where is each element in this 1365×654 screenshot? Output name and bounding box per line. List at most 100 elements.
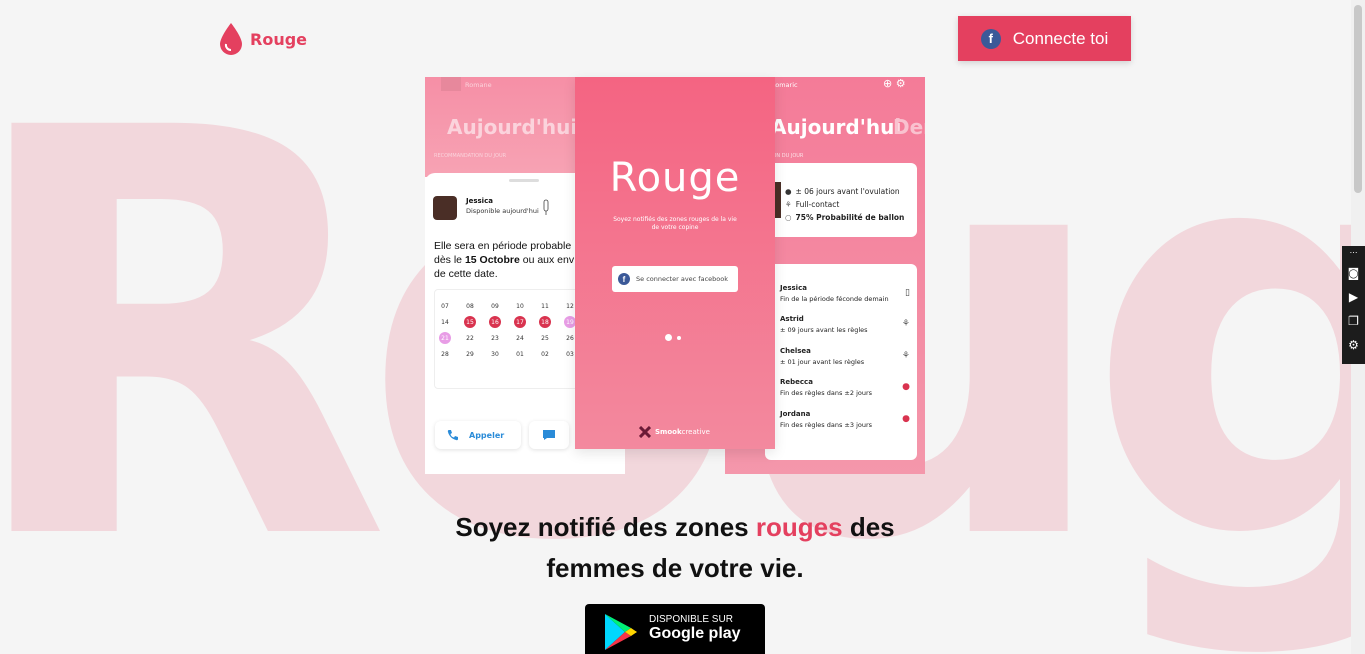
logo[interactable]: Rouge [218,22,307,56]
chat-icon [543,430,555,440]
smook-logo-icon [639,426,651,438]
phone-right-next-label: Dem [893,115,925,139]
calendar-day[interactable]: 01 [514,348,526,360]
calendar-day[interactable]: 30 [489,348,501,360]
drop-icon: ● [902,414,910,424]
carousel-dot[interactable] [677,335,681,340]
contact-name: Jessica [466,197,493,205]
call-button[interactable]: Appeler [435,421,521,449]
calendar-day[interactable]: 10 [514,300,526,312]
more-icon[interactable]: ⋯ [1350,248,1358,258]
gear-icon: ⚙ [895,77,906,90]
message-line-3: de cette date. [434,268,498,280]
calendar-day[interactable]: 18 [539,316,551,328]
contact-status: Disponible aujourd'hui [466,207,539,215]
phone-right-today-label: Aujourd'hui [771,115,902,139]
calendar-day[interactable]: 23 [489,332,501,344]
balloon-icon: ○ [785,213,792,222]
logo-text: Rouge [250,29,308,49]
avatar [441,77,461,91]
call-button-label: Appeler [469,430,505,440]
tampon-icon: ▯ [905,288,910,298]
headline: Soyez notifié des zones rouges des femme… [0,507,1350,589]
phone-mockup-middle: Rouge Soyez notifiés des zones rouges de… [575,77,775,449]
message-line-2a: dès le [434,254,463,266]
calendar-day[interactable]: 08 [464,300,476,312]
tampon-icon [543,199,549,215]
drop-logo-icon [220,23,242,55]
calendar-day[interactable]: 07 [439,300,451,312]
phone-mockups: Romane Aujourd'hui RECOMMANDATION DU JOU… [425,77,925,474]
calendar-day[interactable]: 15 [464,316,476,328]
drop-icon: ● [785,187,792,196]
add-icon: ⊕ [883,77,893,90]
headline-accent: rouges [755,512,843,542]
connect-button-label: Connecte toi [1012,28,1109,48]
side-toolbar: ⋯ ◙ ▶ ❐ ⚙ [1342,246,1365,364]
message-date: 15 Octobre [464,254,520,266]
calendar-day[interactable]: 02 [539,348,551,360]
list-item[interactable]: Jordana Fin des règles dans ±3 jours ● [780,410,910,429]
headline-part-1: Soyez notifié des zones [455,512,749,542]
camera-icon[interactable]: ◙ [1348,264,1360,282]
phone-right-header-icons: ⊕ ⚙ [883,77,906,90]
facebook-login-button[interactable]: f Se connecter avec facebook [612,266,738,292]
video-icon[interactable]: ▶ [1349,288,1358,306]
facebook-icon: f [980,28,1001,49]
calendar-day[interactable]: 21 [439,332,451,344]
carousel-dots [665,334,681,341]
phone-icon [447,430,458,441]
contacts-list-card: Jessica Fin de la période féconde demain ▯… [765,264,917,460]
facebook-icon: f [618,273,630,285]
header: Rouge f Connecte toi [0,0,1365,78]
figure-icon: ⚘ [901,351,910,361]
phone-left-user-name: Romane [465,81,492,89]
phone-left-today-label: Aujourd'hui [447,115,578,139]
card-line-probability: ○ 75% Probabilité de ballon [785,213,905,222]
calendar-day[interactable]: 22 [464,332,476,344]
store-top-text: DISPONIBLE SUR [649,614,733,625]
list-item[interactable]: Astrid ± 09 jours avant les règles ⚘ [780,315,910,334]
store-main-text: Google play [649,625,741,642]
scrollbar-thumb[interactable] [1354,5,1362,193]
calendar-day[interactable]: 11 [539,300,551,312]
facebook-login-label: Se connecter avec facebook [636,275,728,283]
app-subtitle: Soyez notifiés des zones rouges de la vi… [613,216,737,231]
headline-part-2: des [849,512,895,542]
today-recommendation-card: ● ± 06 jours avant l'ovulation ⚘ Full-cont… [765,163,917,237]
calendar-day[interactable]: 24 [514,332,526,344]
headline-line-2: femmes de votre vie. [546,553,804,583]
calendar-day[interactable]: 09 [489,300,501,312]
calendar-day[interactable]: 29 [464,348,476,360]
calendar-day[interactable]: 28 [439,348,451,360]
connect-facebook-button[interactable]: f Connecte toi [958,16,1131,61]
drop-icon: ● [902,382,910,392]
google-play-button[interactable]: DISPONIBLE SUR Google play [585,604,765,654]
list-item[interactable]: Jessica Fin de la période féconde demain ▯ [780,284,910,303]
list-item[interactable]: Rebecca Fin des règles dans ±2 jours ● [780,378,910,397]
credit-bold: Smook [655,428,682,436]
message-line-2b: ou aux env [522,254,575,266]
message-line-1: Elle sera en période probable [434,240,572,252]
credit-rest: creative [681,428,710,436]
calendar-day[interactable]: 17 [514,316,526,328]
phone-left-section-label: RECOMMANDATION DU JOUR [434,153,507,159]
calendar-day[interactable]: 16 [489,316,501,328]
figure-icon: ⚘ [785,200,792,209]
windows-icon[interactable]: ❐ [1348,312,1359,330]
credit: Smookcreative [639,426,710,438]
app-logo-text: Rouge [609,155,741,201]
calendar-day[interactable]: 25 [539,332,551,344]
carousel-dot-active[interactable] [665,334,672,341]
figure-icon: ⚘ [901,319,910,329]
gear-icon[interactable]: ⚙ [1348,336,1359,354]
store-text: DISPONIBLE SUR Google play [649,612,741,643]
list-item[interactable]: Chelsea ± 01 jour avant les règles ⚘ [780,347,910,366]
phone-right-section-label: ION DU JOUR [771,153,804,159]
sheet-handle [509,179,539,182]
calendar-day[interactable]: 14 [439,316,451,328]
message-button[interactable] [529,421,569,449]
card-line-contact: ⚘ Full-contact [785,200,840,209]
contact-avatar [433,196,457,220]
google-play-icon [605,614,637,650]
